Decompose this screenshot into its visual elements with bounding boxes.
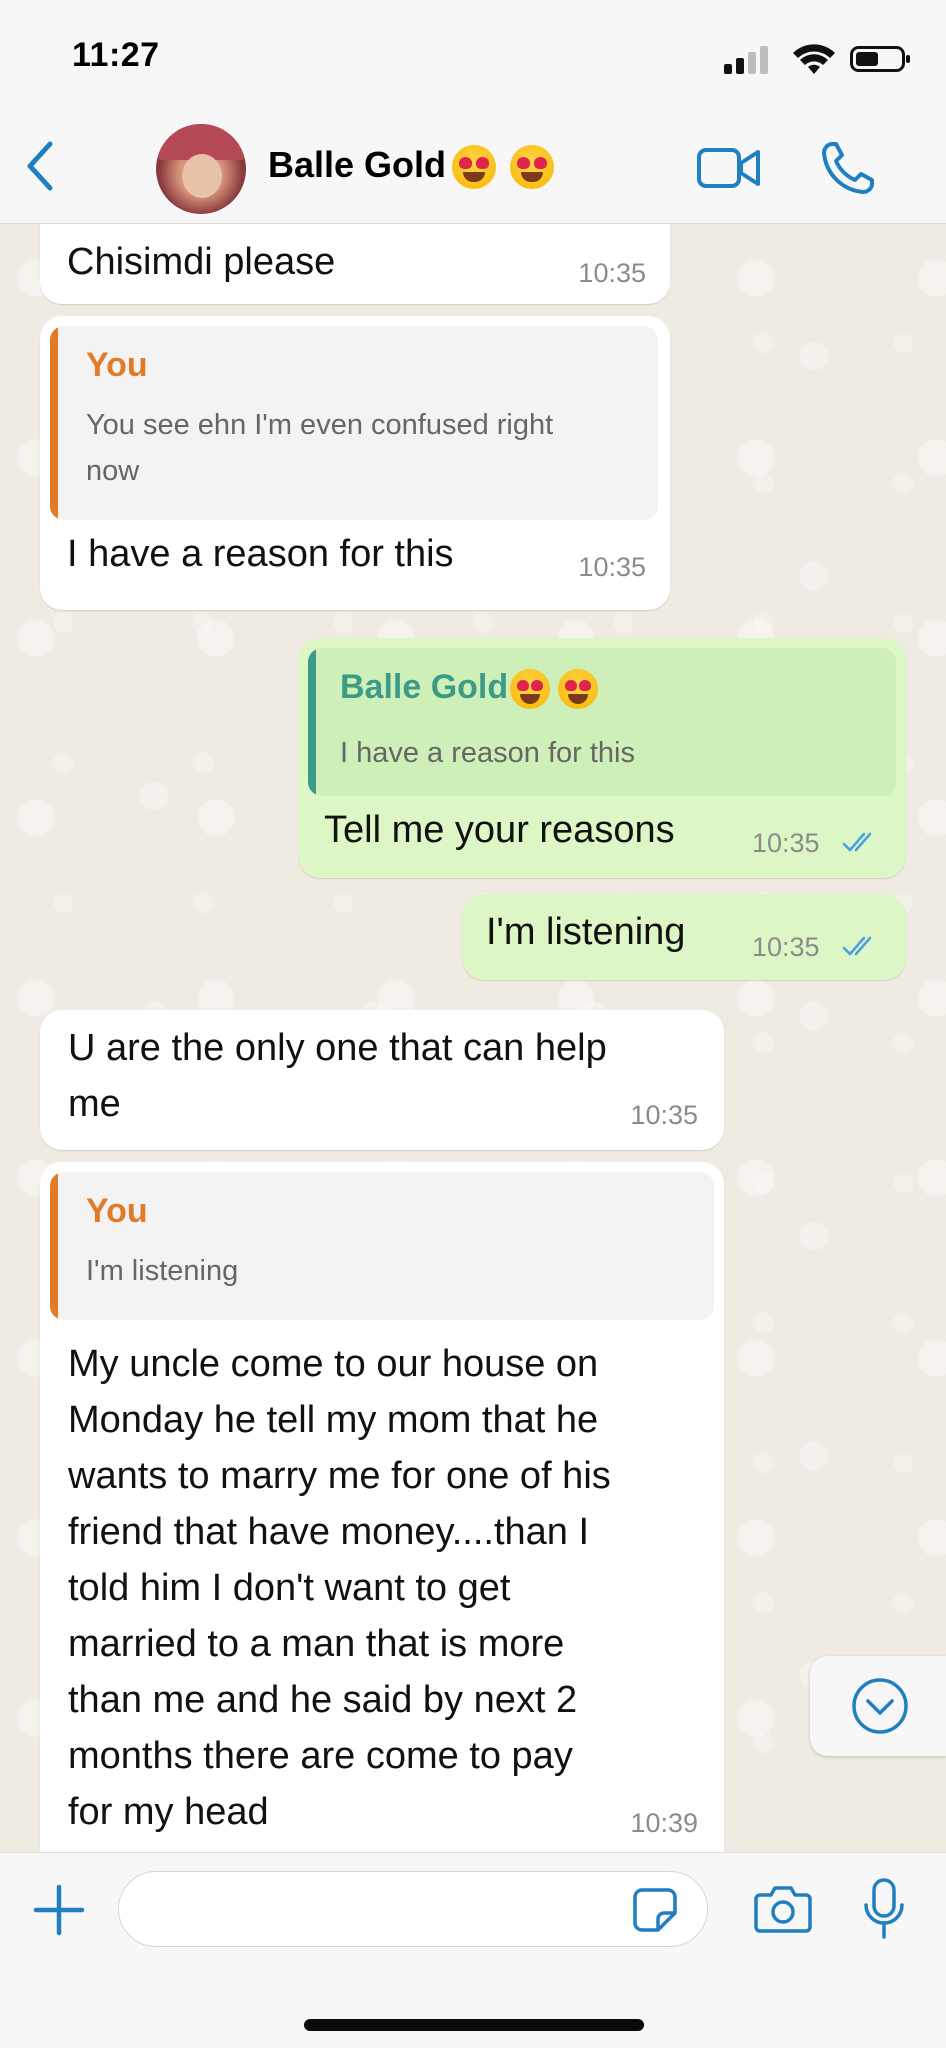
attach-button[interactable] <box>32 1883 86 1937</box>
quoted-message[interactable]: You I'm listening <box>50 1172 714 1320</box>
message-text: I'm listening <box>486 911 686 953</box>
message-text: Chisimdi please <box>67 241 336 283</box>
heart-eyes-emoji-icon <box>452 145 497 190</box>
chat-header: Balle Gold <box>0 108 946 224</box>
contact-name[interactable]: Balle Gold <box>268 144 555 190</box>
message-time: 10:35 <box>578 258 646 288</box>
message-text: Tell me your reasons <box>324 809 675 851</box>
quote-text: now <box>86 455 140 487</box>
voice-call-button[interactable] <box>818 138 878 198</box>
quote-text: I have a reason for this <box>340 737 635 769</box>
message-bubble-outgoing[interactable]: Balle Gold I have a reason for this Tell… <box>298 638 906 878</box>
read-receipt-icon <box>842 832 872 852</box>
message-bubble-incoming[interactable]: You You see ehn I'm even confused right … <box>40 316 670 610</box>
message-time: 10:39 <box>630 1808 698 1838</box>
message-text: U are the only one that can help <box>68 1027 607 1069</box>
quote-author: You <box>86 346 148 384</box>
microphone-icon <box>864 1878 904 1939</box>
heart-eyes-emoji-icon <box>558 669 599 710</box>
read-receipt-icon <box>842 936 872 956</box>
plus-icon <box>33 1884 85 1936</box>
heart-eyes-emoji-icon <box>510 145 555 190</box>
message-text-line: months there are come to pay <box>68 1735 573 1777</box>
video-call-button[interactable] <box>696 144 762 192</box>
message-time: 10:35 <box>752 828 820 858</box>
message-input-bar <box>0 1852 946 2048</box>
quoted-message[interactable]: You You see ehn I'm even confused right … <box>50 326 658 520</box>
scroll-to-bottom-button[interactable] <box>810 1656 946 1756</box>
quote-text: I'm listening <box>86 1255 239 1287</box>
quote-author: Balle Gold <box>340 668 599 710</box>
message-text-line: told him I don't want to get <box>68 1567 511 1609</box>
quote-author: You <box>86 1192 148 1230</box>
quote-author-text: Balle Gold <box>340 668 509 706</box>
status-time: 11:27 <box>72 36 160 74</box>
video-call-icon <box>697 148 760 188</box>
message-bubble-incoming[interactable]: You I'm listening My uncle come to our h… <box>40 1162 724 1852</box>
contact-name-text: Balle Gold <box>268 144 447 185</box>
status-bar: 11:27 <box>0 0 946 108</box>
chat-area[interactable]: Chisimdi please 10:35 You You see ehn I'… <box>0 224 946 1852</box>
message-text-line: than me and he said by next 2 <box>68 1679 578 1721</box>
message-bubble-incoming[interactable]: U are the only one that can help me 10:3… <box>40 1010 724 1150</box>
status-icons <box>722 42 912 76</box>
message-bubble-outgoing[interactable]: I'm listening 10:35 <box>462 894 906 980</box>
back-chevron-icon <box>27 141 53 191</box>
message-text-line: married to a man that is more <box>68 1623 565 1665</box>
message-bubble-incoming[interactable]: Chisimdi please 10:35 <box>40 224 670 304</box>
message-time: 10:35 <box>630 1100 698 1130</box>
message-time: 10:35 <box>752 932 820 962</box>
battery-icon <box>850 46 910 72</box>
message-input[interactable] <box>118 1871 708 1947</box>
heart-eyes-emoji-icon <box>510 669 551 710</box>
quote-text: You see ehn I'm even confused right <box>86 409 554 441</box>
wifi-icon <box>793 44 835 74</box>
signal-icon <box>724 46 768 74</box>
camera-icon <box>754 1886 812 1933</box>
message-text-line: Monday he tell my mom that he <box>68 1399 599 1441</box>
message-text: me <box>68 1083 121 1125</box>
sticker-button[interactable] <box>632 1887 678 1933</box>
message-text-line: My uncle come to our house on <box>68 1343 599 1385</box>
back-button[interactable] <box>20 138 60 194</box>
phone-icon <box>822 142 874 194</box>
message-text-line: friend that have money....than I <box>68 1511 590 1553</box>
scroll-down-icon <box>852 1678 908 1734</box>
message-text: I have a reason for this <box>67 533 454 575</box>
home-indicator <box>304 2019 644 2031</box>
microphone-button[interactable] <box>862 1877 906 1941</box>
quoted-message[interactable]: Balle Gold I have a reason for this <box>308 648 896 796</box>
message-text-line: wants to marry me for one of his <box>68 1455 611 1497</box>
message-text-line: for my head <box>68 1791 269 1833</box>
message-time: 10:35 <box>578 552 646 582</box>
camera-button[interactable] <box>754 1883 812 1935</box>
avatar[interactable] <box>156 124 246 214</box>
sticker-icon <box>633 1888 677 1932</box>
